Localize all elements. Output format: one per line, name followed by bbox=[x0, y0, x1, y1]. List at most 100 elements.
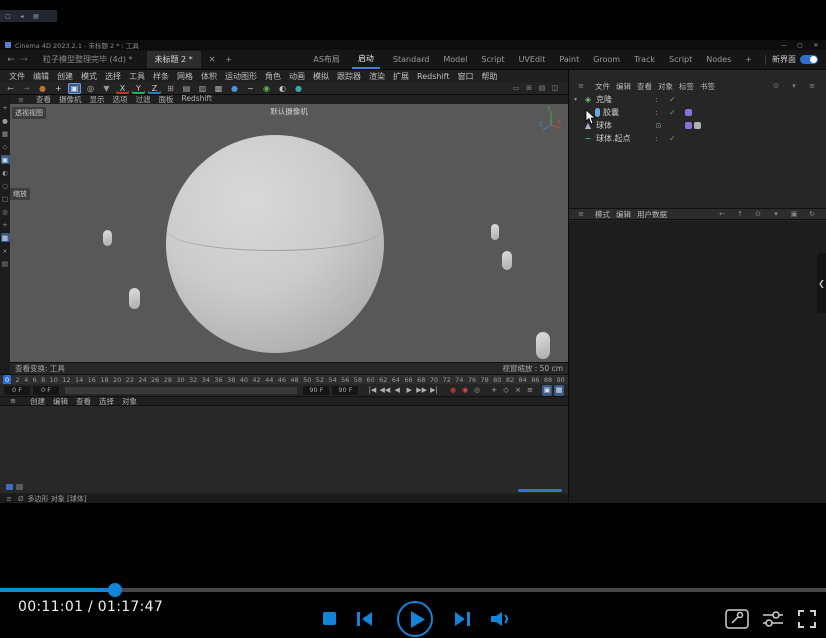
menu-item[interactable]: 选择 bbox=[101, 71, 125, 82]
panel-collapse-handle[interactable]: ❮ bbox=[817, 253, 826, 313]
lock-x-icon[interactable]: X bbox=[116, 83, 129, 94]
left-toolbar-icon[interactable]: ▤ bbox=[1, 259, 10, 268]
menu-item[interactable]: 动画 bbox=[285, 71, 309, 82]
document-tab-active[interactable]: 未标题 2 * bbox=[146, 51, 201, 68]
panel-menu-icon[interactable]: ≡ bbox=[573, 209, 589, 220]
previous-button[interactable] bbox=[356, 611, 374, 627]
object-label[interactable]: 球体.起点 bbox=[596, 133, 631, 144]
lock-icon[interactable]: ▣ bbox=[786, 209, 802, 220]
full-interface-icon[interactable]: ▦ bbox=[554, 384, 564, 396]
visibility-dots[interactable]: : bbox=[655, 134, 658, 143]
left-toolbar-icon[interactable]: ▣ bbox=[0, 155, 10, 164]
viewport-3d[interactable]: 默认摄像机 透视视图 缩放 Y X Z bbox=[10, 104, 568, 362]
layout-d-icon[interactable]: ◫ bbox=[550, 83, 560, 94]
speaker-icon[interactable]: ◂ bbox=[17, 13, 27, 20]
visibility-dots[interactable]: : bbox=[655, 108, 658, 117]
layout-tab[interactable]: Paint bbox=[552, 55, 586, 64]
render-settings-icon[interactable]: ▩ bbox=[212, 83, 225, 94]
left-toolbar-icon[interactable]: × bbox=[1, 246, 10, 255]
play-button[interactable] bbox=[397, 601, 433, 637]
volume-button[interactable] bbox=[490, 611, 512, 627]
menu-item[interactable]: 工具 bbox=[125, 71, 149, 82]
object-tree-row[interactable]: ▾ ◈ 克隆: ✓ bbox=[569, 93, 826, 106]
refresh-icon[interactable]: ↻ bbox=[804, 209, 820, 220]
menu-item[interactable]: 跟踪器 bbox=[333, 71, 365, 82]
search-icon[interactable]: ⊙ bbox=[768, 81, 784, 92]
minimize-icon[interactable]: — bbox=[779, 40, 789, 51]
attribute-menu-item[interactable]: 用户数据 bbox=[634, 209, 670, 220]
object-manager-tools[interactable]: ⊙ ▾ ≡ bbox=[765, 81, 823, 92]
panel-menu-icon[interactable]: ≡ bbox=[573, 81, 589, 92]
layout-tab[interactable]: Nodes bbox=[699, 55, 738, 64]
menu-item[interactable]: 运动图形 bbox=[221, 71, 261, 82]
snap-icon[interactable]: × bbox=[513, 385, 523, 396]
up-icon[interactable]: ↑ bbox=[732, 209, 748, 220]
object-manager-menu-item[interactable]: 文件 bbox=[592, 81, 613, 92]
left-toolbar-icon[interactable]: ● bbox=[1, 116, 10, 125]
material-icon[interactable]: ◐ bbox=[276, 83, 289, 94]
progress-handle[interactable] bbox=[107, 583, 122, 597]
menu-item[interactable]: 创建 bbox=[53, 71, 77, 82]
horizontal-scrollbar[interactable] bbox=[518, 489, 562, 492]
object-label[interactable]: 克隆 bbox=[596, 94, 612, 105]
layout-tab[interactable]: Script bbox=[662, 55, 699, 64]
filter-icon[interactable]: ▾ bbox=[786, 81, 802, 92]
add-tab-icon[interactable]: + bbox=[223, 55, 234, 64]
menu-item[interactable]: 编辑 bbox=[29, 71, 53, 82]
undo-icon[interactable]: ← bbox=[6, 54, 16, 65]
tag-icon[interactable] bbox=[685, 122, 692, 129]
capsule-object[interactable] bbox=[103, 230, 112, 246]
search-icon[interactable]: ⊙ bbox=[750, 209, 766, 220]
end-frame-field[interactable]: 90 F bbox=[332, 385, 359, 395]
material-manager-area[interactable] bbox=[0, 405, 568, 493]
redo-icon[interactable]: → bbox=[20, 83, 33, 94]
menu-item[interactable]: 文件 bbox=[5, 71, 29, 82]
panel-menu-icon[interactable]: ≡ bbox=[4, 494, 14, 503]
undo-redo-group[interactable]: ← → bbox=[6, 54, 29, 65]
menu-item[interactable]: 窗口 bbox=[453, 71, 477, 82]
tag-icon[interactable] bbox=[685, 109, 692, 116]
options-icon[interactable]: ≡ bbox=[525, 385, 535, 396]
autokey-icon[interactable]: ◉ bbox=[460, 385, 470, 396]
layout-tab[interactable]: Standard bbox=[386, 55, 436, 64]
next-button[interactable] bbox=[453, 611, 471, 627]
capsule-object[interactable] bbox=[502, 251, 512, 270]
menu-item[interactable]: 模式 bbox=[77, 71, 101, 82]
left-toolbar-icon[interactable]: □ bbox=[1, 194, 10, 203]
stop-button[interactable] bbox=[323, 612, 336, 625]
object-manager-menu-item[interactable]: 查看 bbox=[634, 81, 655, 92]
prev-frame-icon[interactable]: ◀ bbox=[392, 385, 402, 396]
layout-a-icon[interactable]: ▭ bbox=[511, 83, 521, 94]
enabled-check-icon[interactable]: ✓ bbox=[669, 134, 676, 143]
progress-bar[interactable] bbox=[0, 588, 826, 592]
object-label[interactable]: 胶囊 bbox=[603, 107, 619, 118]
left-toolbar-icon[interactable]: ▦ bbox=[0, 233, 10, 242]
new-ui-toggle[interactable] bbox=[800, 55, 818, 64]
play-forward-icon[interactable]: ▶ bbox=[404, 385, 414, 396]
left-toolbar-icon[interactable]: ◎ bbox=[1, 207, 10, 216]
scale-icon[interactable]: ▣ bbox=[68, 82, 81, 94]
add-key-icon[interactable]: + bbox=[489, 385, 499, 396]
layout-tab[interactable]: UVEdit bbox=[512, 55, 553, 64]
fullscreen-button[interactable] bbox=[796, 608, 818, 630]
layout-c-icon[interactable]: ▤ bbox=[537, 83, 547, 94]
render-region-icon[interactable]: ▥ bbox=[196, 83, 209, 94]
layout-tab[interactable]: + bbox=[738, 55, 759, 64]
undo-icon[interactable]: ← bbox=[4, 83, 17, 94]
range-end-field[interactable]: 90 F bbox=[303, 385, 330, 395]
tag-icon[interactable] bbox=[694, 122, 701, 129]
maximize-icon[interactable]: ▢ bbox=[795, 40, 805, 51]
capsule-object[interactable] bbox=[129, 288, 140, 309]
move-icon[interactable]: + bbox=[52, 83, 65, 94]
playback-settings-button[interactable] bbox=[761, 610, 785, 628]
menu-item[interactable]: 角色 bbox=[261, 71, 285, 82]
visibility-dots[interactable]: : bbox=[655, 95, 658, 104]
back-icon[interactable]: ← bbox=[714, 209, 730, 220]
mograph-icon[interactable]: ◉ bbox=[260, 83, 273, 94]
go-start-icon[interactable]: |◀ bbox=[367, 385, 377, 396]
object-tree-row[interactable]: ▲ 球体 ⊙ bbox=[569, 119, 826, 132]
window-icon[interactable]: ▢ bbox=[3, 13, 13, 20]
current-frame-field[interactable]: 0 F bbox=[33, 385, 59, 395]
object-label[interactable]: 球体 bbox=[596, 120, 612, 131]
object-manager-menu-item[interactable]: 对象 bbox=[655, 81, 676, 92]
